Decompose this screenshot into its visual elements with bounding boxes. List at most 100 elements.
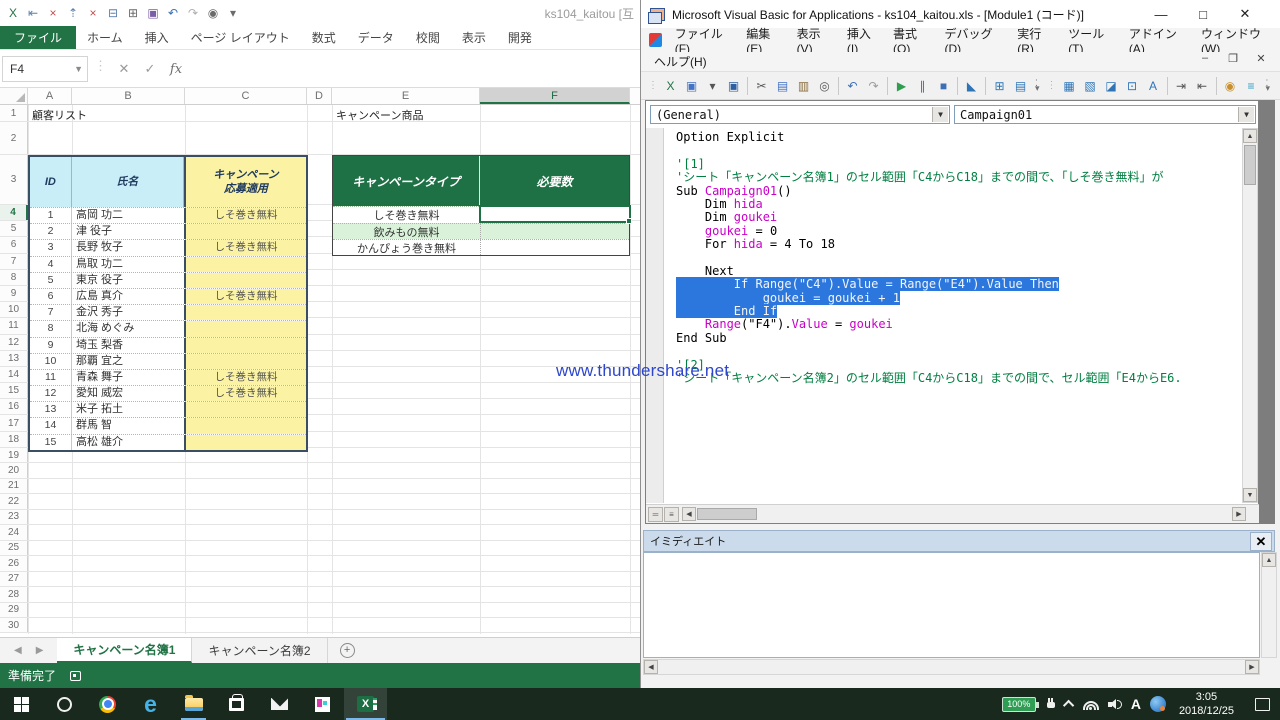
- align-left-icon[interactable]: ⇤: [24, 4, 42, 22]
- procedure-dropdown[interactable]: Campaign01▼: [954, 105, 1256, 124]
- code-line[interactable]: Option Explicit: [676, 131, 1182, 144]
- merge-center-icon[interactable]: ⊟: [104, 4, 122, 22]
- customer-name-cell[interactable]: 群馬 智: [72, 418, 184, 433]
- name-box[interactable]: F4▼: [2, 56, 88, 82]
- row-header-27[interactable]: 27: [0, 572, 28, 586]
- row-header-2[interactable]: 2: [0, 122, 28, 154]
- row-header-9[interactable]: 9: [0, 286, 28, 301]
- row-header-6[interactable]: 6: [0, 237, 28, 252]
- toolbar-overflow-icon[interactable]: ⁚▾: [1035, 81, 1040, 91]
- formula-input[interactable]: [200, 56, 640, 82]
- customer-campaign-cell[interactable]: [184, 257, 306, 272]
- enter-icon[interactable]: ✓: [138, 56, 162, 82]
- customer-id-cell[interactable]: 11: [30, 370, 72, 385]
- row-header-26[interactable]: 26: [0, 556, 28, 570]
- undo-icon[interactable]: ↶: [164, 4, 182, 22]
- ribbon-tab-3[interactable]: ページ レイアウト: [180, 26, 301, 49]
- customer-campaign-cell[interactable]: [184, 354, 306, 369]
- select-all-corner[interactable]: [0, 88, 28, 104]
- customer-id-cell[interactable]: 4: [30, 257, 72, 272]
- redo-icon[interactable]: ↷: [863, 76, 884, 96]
- row-header-30[interactable]: 30: [0, 618, 28, 632]
- ribbon-tab-8[interactable]: 開発: [497, 26, 543, 49]
- immediate-vertical-scrollbar[interactable]: ▲: [1261, 552, 1277, 658]
- scroll-left-icon[interactable]: ◀: [644, 660, 658, 674]
- code-line[interactable]: [676, 144, 1182, 157]
- row-header-22[interactable]: 22: [0, 494, 28, 508]
- column-header-A[interactable]: A: [28, 88, 72, 104]
- app-sphere-icon[interactable]: [1150, 696, 1166, 712]
- customer-name-cell[interactable]: 金沢 秀子: [72, 305, 184, 320]
- list-constants-icon[interactable]: ⊡: [1122, 76, 1143, 96]
- customer-campaign-cell[interactable]: [184, 321, 306, 336]
- procedure-view-icon[interactable]: ≡: [664, 507, 679, 522]
- campaign-count-cell[interactable]: [480, 224, 629, 239]
- customer-id-cell[interactable]: 14: [30, 418, 72, 433]
- customer-campaign-cell[interactable]: [184, 402, 306, 417]
- sort-icon[interactable]: A: [1143, 76, 1164, 96]
- row-header-19[interactable]: 19: [0, 448, 28, 462]
- fill-handle[interactable]: [626, 218, 632, 224]
- campaign-count-cell[interactable]: [480, 240, 629, 255]
- delete-rows-icon[interactable]: ×: [44, 4, 62, 22]
- column-header-B[interactable]: B: [72, 88, 185, 104]
- view-excel-icon[interactable]: X: [660, 76, 681, 96]
- edge-icon[interactable]: e: [129, 688, 172, 720]
- code-line[interactable]: Dim hida: [676, 198, 1182, 211]
- row-header-4[interactable]: 4: [0, 205, 28, 220]
- customer-campaign-cell[interactable]: [184, 338, 306, 353]
- row-header-24[interactable]: 24: [0, 525, 28, 539]
- customer-name-cell[interactable]: 米子 拓土: [72, 402, 184, 417]
- parameter-info-icon[interactable]: ▧: [1080, 76, 1101, 96]
- immediate-window-header[interactable]: イミディエイト ✕: [643, 530, 1275, 552]
- row-header-8[interactable]: 8: [0, 270, 28, 285]
- customer-id-cell[interactable]: 2: [30, 224, 72, 239]
- battery-icon[interactable]: 100%: [1002, 697, 1036, 712]
- cancel-icon[interactable]: ✕: [112, 56, 136, 82]
- scroll-down-icon[interactable]: ▼: [1243, 488, 1257, 502]
- sheet-tab-1[interactable]: キャンペーン名簿1: [57, 638, 192, 663]
- store-icon[interactable]: [215, 688, 258, 720]
- campaign-type-cell[interactable]: 飲みもの無料: [333, 224, 480, 239]
- code-line[interactable]: 'シート「キャンペーン名簿1」のセル範囲「C4からC18」までの間で、「しそ巻き…: [676, 171, 1182, 184]
- customer-campaign-cell[interactable]: [184, 418, 306, 433]
- code-line[interactable]: 'シート「キャンペーン名簿2」のセル範囲「C4からC18」までの間で、セル範囲「…: [676, 372, 1182, 385]
- row-header-25[interactable]: 25: [0, 541, 28, 555]
- customer-campaign-cell[interactable]: しそ巻き無料: [184, 370, 306, 385]
- chrome-icon[interactable]: [86, 688, 129, 720]
- complete-word-icon[interactable]: ▦: [1059, 76, 1080, 96]
- project-explorer-icon[interactable]: ⊞: [989, 76, 1010, 96]
- code-vertical-scrollbar[interactable]: ▲ ▼: [1242, 128, 1258, 503]
- ribbon-tab-2[interactable]: 挿入: [134, 26, 180, 49]
- outdent-icon[interactable]: ⇤: [1192, 76, 1213, 96]
- row-header-7[interactable]: 7: [0, 254, 28, 269]
- code-line[interactable]: Range("F4").Value = goukei: [676, 318, 1182, 331]
- customer-id-cell[interactable]: 1: [30, 208, 72, 223]
- save-icon[interactable]: ▣: [144, 4, 162, 22]
- row-header-23[interactable]: 23: [0, 510, 28, 524]
- design-mode-icon[interactable]: ◣: [961, 76, 982, 96]
- full-module-view-icon[interactable]: ═: [648, 507, 663, 522]
- customer-name-cell[interactable]: 津 役子: [72, 224, 184, 239]
- customer-id-cell[interactable]: 15: [30, 435, 72, 450]
- list-icon[interactable]: ≡: [1241, 76, 1262, 96]
- cut-icon[interactable]: ✂: [751, 76, 772, 96]
- customer-id-cell[interactable]: 8: [30, 321, 72, 336]
- code-line[interactable]: Dim goukei: [676, 211, 1182, 224]
- insert-userform-icon[interactable]: ▣: [681, 76, 702, 96]
- code-line[interactable]: Sub Campaign01(): [676, 185, 1182, 198]
- ribbon-tab-file[interactable]: ファイル: [0, 26, 76, 49]
- scroll-up-icon[interactable]: ▲: [1262, 553, 1276, 567]
- customer-campaign-cell[interactable]: しそ巻き無料: [184, 386, 306, 401]
- delete-cells-icon[interactable]: ×: [84, 4, 102, 22]
- customer-name-cell[interactable]: 長野 牧子: [72, 240, 184, 255]
- code-line[interactable]: End If: [676, 305, 1182, 318]
- toolbar-overflow-icon[interactable]: ⁚▾: [1266, 81, 1271, 91]
- customer-header-id[interactable]: ID: [30, 157, 72, 207]
- campaign-type-cell[interactable]: しそ巻き無料: [333, 207, 480, 223]
- mdi-restore-icon[interactable]: ❐: [1224, 52, 1242, 65]
- customer-id-cell[interactable]: 5: [30, 273, 72, 288]
- code-line[interactable]: If Range("C4").Value = Range("E4").Value…: [676, 278, 1182, 291]
- customer-name-cell[interactable]: 東京 役子: [72, 273, 184, 288]
- add-sheet-icon[interactable]: +: [340, 643, 355, 658]
